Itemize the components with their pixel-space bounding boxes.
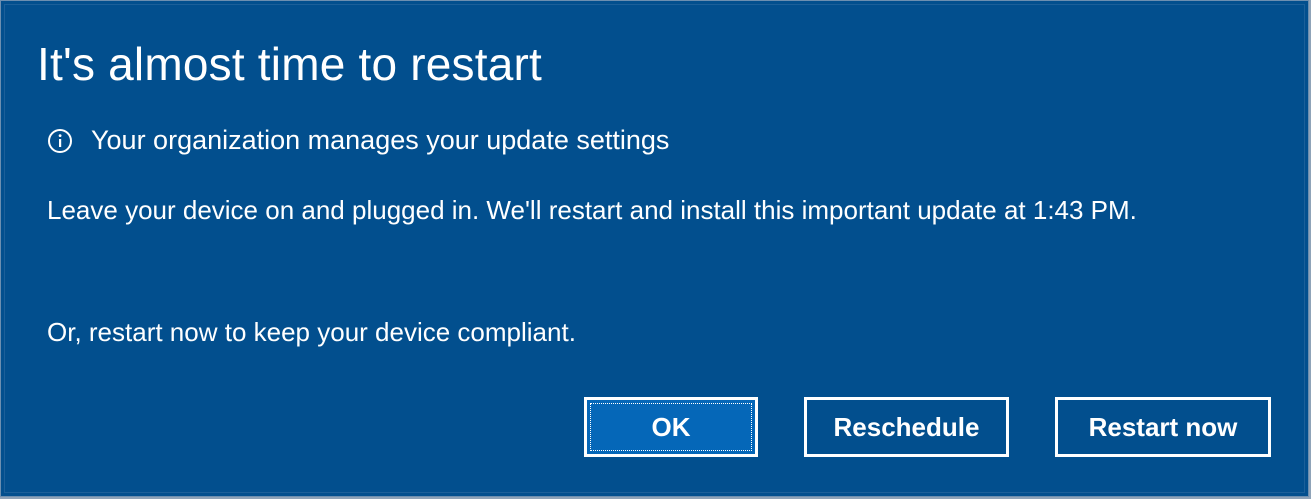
restart-now-button-label: Restart now [1088, 411, 1238, 442]
ok-button-label: OK [651, 411, 691, 442]
managed-notice-text: Your organization manages your update se… [91, 125, 670, 155]
managed-notice: Your organization manages your update se… [47, 125, 669, 156]
ok-button[interactable]: OK [584, 397, 758, 457]
compliance-message: Or, restart now to keep your device comp… [47, 317, 576, 347]
dialog-title: It's almost time to restart [37, 38, 542, 90]
restart-schedule-message: Leave your device on and plugged in. We'… [47, 195, 1137, 225]
info-icon [47, 128, 73, 154]
restart-dialog: It's almost time to restart Your organiz… [0, 0, 1309, 497]
reschedule-button-label: Reschedule [833, 411, 980, 442]
reschedule-button[interactable]: Reschedule [804, 397, 1009, 457]
restart-now-button[interactable]: Restart now [1055, 397, 1271, 457]
